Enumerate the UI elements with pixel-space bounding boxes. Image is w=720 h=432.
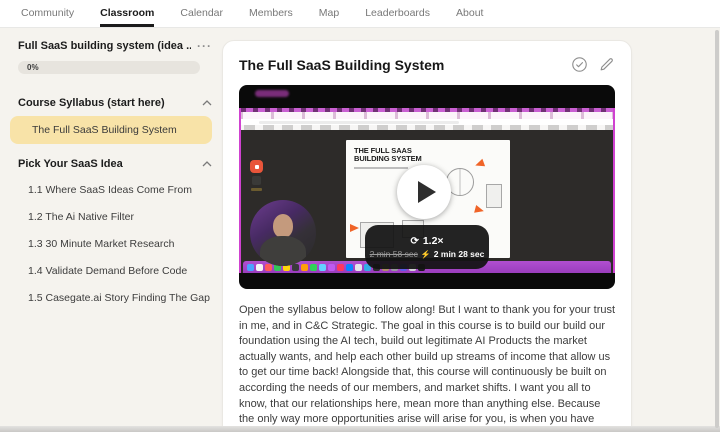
sidebar-item-1-1[interactable]: 1.1 Where SaaS Ideas Come From — [18, 176, 212, 203]
record-button-icon — [250, 160, 263, 173]
play-icon — [418, 181, 436, 203]
lightning-icon: ⚡ — [420, 249, 431, 259]
cover-title: THE FULL SAAS BUILDING SYSTEM — [354, 146, 422, 164]
tab-classroom[interactable]: Classroom — [100, 7, 155, 27]
sidebar-item-1-3[interactable]: 1.3 30 Minute Market Research — [18, 230, 212, 257]
sidebar-item-1-2[interactable]: 1.2 The Ai Native Filter — [18, 203, 212, 230]
isometric-panel-icon — [486, 184, 502, 208]
browser-tabbar-icon — [241, 112, 613, 119]
recorder-bar-icon — [251, 188, 262, 191]
playback-overlay: ⟳ 1.2× 2 min 58 sec ⚡ 2 min 28 sec — [365, 225, 489, 269]
mark-complete-icon[interactable] — [571, 56, 588, 73]
section-title: Pick Your SaaS Idea — [18, 158, 123, 170]
lesson-card: The Full SaaS Building System THE FULL S… — [222, 40, 632, 432]
course-sidebar: Full SaaS building system (idea ... ··· … — [10, 38, 212, 311]
tab-calendar[interactable]: Calendar — [180, 7, 223, 27]
recorder-widget — [250, 160, 263, 191]
chevron-up-icon — [202, 100, 212, 106]
course-title: Full SaaS building system (idea ... — [18, 40, 191, 52]
section-title: Course Syllabus (start here) — [18, 97, 165, 109]
tab-leaderboards[interactable]: Leaderboards — [365, 7, 430, 27]
course-header: Full SaaS building system (idea ... ··· — [18, 38, 212, 54]
tab-community[interactable]: Community — [21, 7, 74, 27]
recorder-control-icon — [252, 176, 261, 185]
speed-label: 1.2× — [422, 235, 444, 247]
speed-icon: ⟳ — [410, 235, 419, 247]
sidebar-item-1-5[interactable]: 1.5 Casegate.ai Story Finding The Gap — [18, 284, 212, 311]
play-button[interactable] — [397, 165, 451, 219]
reduced-duration: 2 min 28 sec — [433, 249, 485, 259]
more-options-icon[interactable]: ··· — [191, 39, 212, 53]
browser-urlbar-icon — [241, 119, 613, 125]
original-duration: 2 min 58 sec — [369, 249, 418, 259]
orange-arrow-icon — [350, 224, 359, 232]
lesson-description: Open the syllabus below to follow along!… — [239, 304, 616, 432]
section-course-syllabus[interactable]: Course Syllabus (start here) — [18, 95, 212, 111]
edit-icon[interactable] — [598, 56, 615, 73]
lesson-title: The Full SaaS Building System — [239, 56, 445, 73]
progress-label: 0% — [27, 63, 39, 72]
section-pick-your-saas-idea[interactable]: Pick Your SaaS Idea — [18, 156, 212, 172]
sidebar-item-full-saas-building-system[interactable]: The Full SaaS Building System — [10, 116, 212, 144]
progress-bar: 0% — [18, 61, 200, 74]
scrollbar[interactable] — [715, 30, 719, 428]
webcam-overlay — [250, 200, 316, 266]
tab-members[interactable]: Members — [249, 7, 293, 27]
chevron-up-icon — [202, 161, 212, 167]
neon-sign-icon — [255, 90, 289, 97]
orange-arrow-icon — [474, 204, 485, 216]
video-player[interactable]: THE FULL SAAS BUILDING SYSTEM ⟳ 1.2× 2 m… — [239, 85, 615, 289]
orange-arrow-icon — [473, 158, 486, 170]
page: Community Classroom Calendar Members Map… — [0, 0, 720, 432]
tab-about[interactable]: About — [456, 7, 483, 27]
cover-subtitle — [354, 166, 408, 169]
tab-map[interactable]: Map — [319, 7, 339, 27]
lesson-header: The Full SaaS Building System — [223, 41, 631, 85]
window-bottom-bar — [0, 426, 720, 432]
sidebar-item-1-4[interactable]: 1.4 Validate Demand Before Code — [18, 257, 212, 284]
top-nav: Community Classroom Calendar Members Map… — [0, 0, 720, 28]
